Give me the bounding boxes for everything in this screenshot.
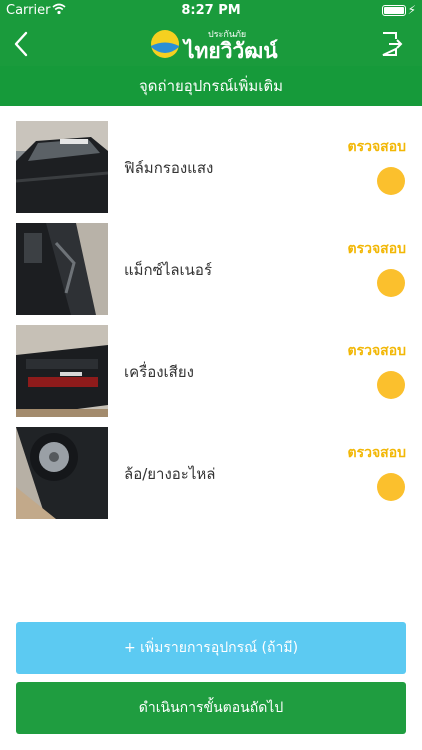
status-indicator[interactable] (377, 167, 405, 195)
brand-logo: ประกันภัย ไทยวิวัฒน์ (150, 25, 280, 63)
equipment-label: ล้อ/ยางอะไหล่ (124, 465, 216, 483)
list-item: เครื่องเสียง ตรวจสอบ (0, 310, 422, 417)
equipment-label: ฟิล์มกรองแสง (124, 159, 214, 177)
verify-link[interactable]: ตรวจสอบ (347, 136, 406, 158)
battery-icon (382, 5, 406, 16)
next-step-button[interactable]: ดำเนินการขั้นตอนถัดไป (16, 682, 406, 734)
equipment-label: เครื่องเสียง (124, 363, 194, 381)
list-item: ล้อ/ยางอะไหล่ ตรวจสอบ (0, 412, 422, 519)
list-item: แม็กซ์ไลเนอร์ ตรวจสอบ (0, 208, 422, 315)
logo-wordmark: ไทยวิวัฒน์ (184, 39, 278, 63)
equipment-label: แม็กซ์ไลเนอร์ (124, 261, 213, 279)
list-item: ฟิล์มกรองแสง ตรวจสอบ (0, 106, 422, 213)
equipment-photo[interactable] (16, 121, 108, 213)
charging-icon: ⚡ (407, 3, 416, 17)
equipment-photo[interactable] (16, 223, 108, 315)
verify-link[interactable]: ตรวจสอบ (347, 442, 406, 464)
verify-link[interactable]: ตรวจสอบ (347, 340, 406, 362)
equipment-photo[interactable] (16, 325, 108, 417)
clock: 8:27 PM (181, 3, 241, 18)
back-chevron-icon[interactable] (8, 28, 38, 60)
page-title: จุดถ่ายอุปกรณ์เพิ่มเติม (0, 66, 422, 106)
logo-sun-icon (151, 30, 179, 58)
add-equipment-button[interactable]: + เพิ่มรายการอุปกรณ์ (ถ้ามี) (16, 622, 406, 674)
status-indicator[interactable] (377, 371, 405, 399)
nav-bar: ประกันภัย ไทยวิวัฒน์ (0, 22, 422, 66)
verify-link[interactable]: ตรวจสอบ (347, 238, 406, 260)
status-indicator[interactable] (377, 269, 405, 297)
status-indicator[interactable] (377, 473, 405, 501)
logout-icon[interactable] (380, 30, 404, 58)
status-bar: Carrier 8:27 PM ⚡ (0, 0, 422, 22)
equipment-photo[interactable] (16, 427, 108, 519)
